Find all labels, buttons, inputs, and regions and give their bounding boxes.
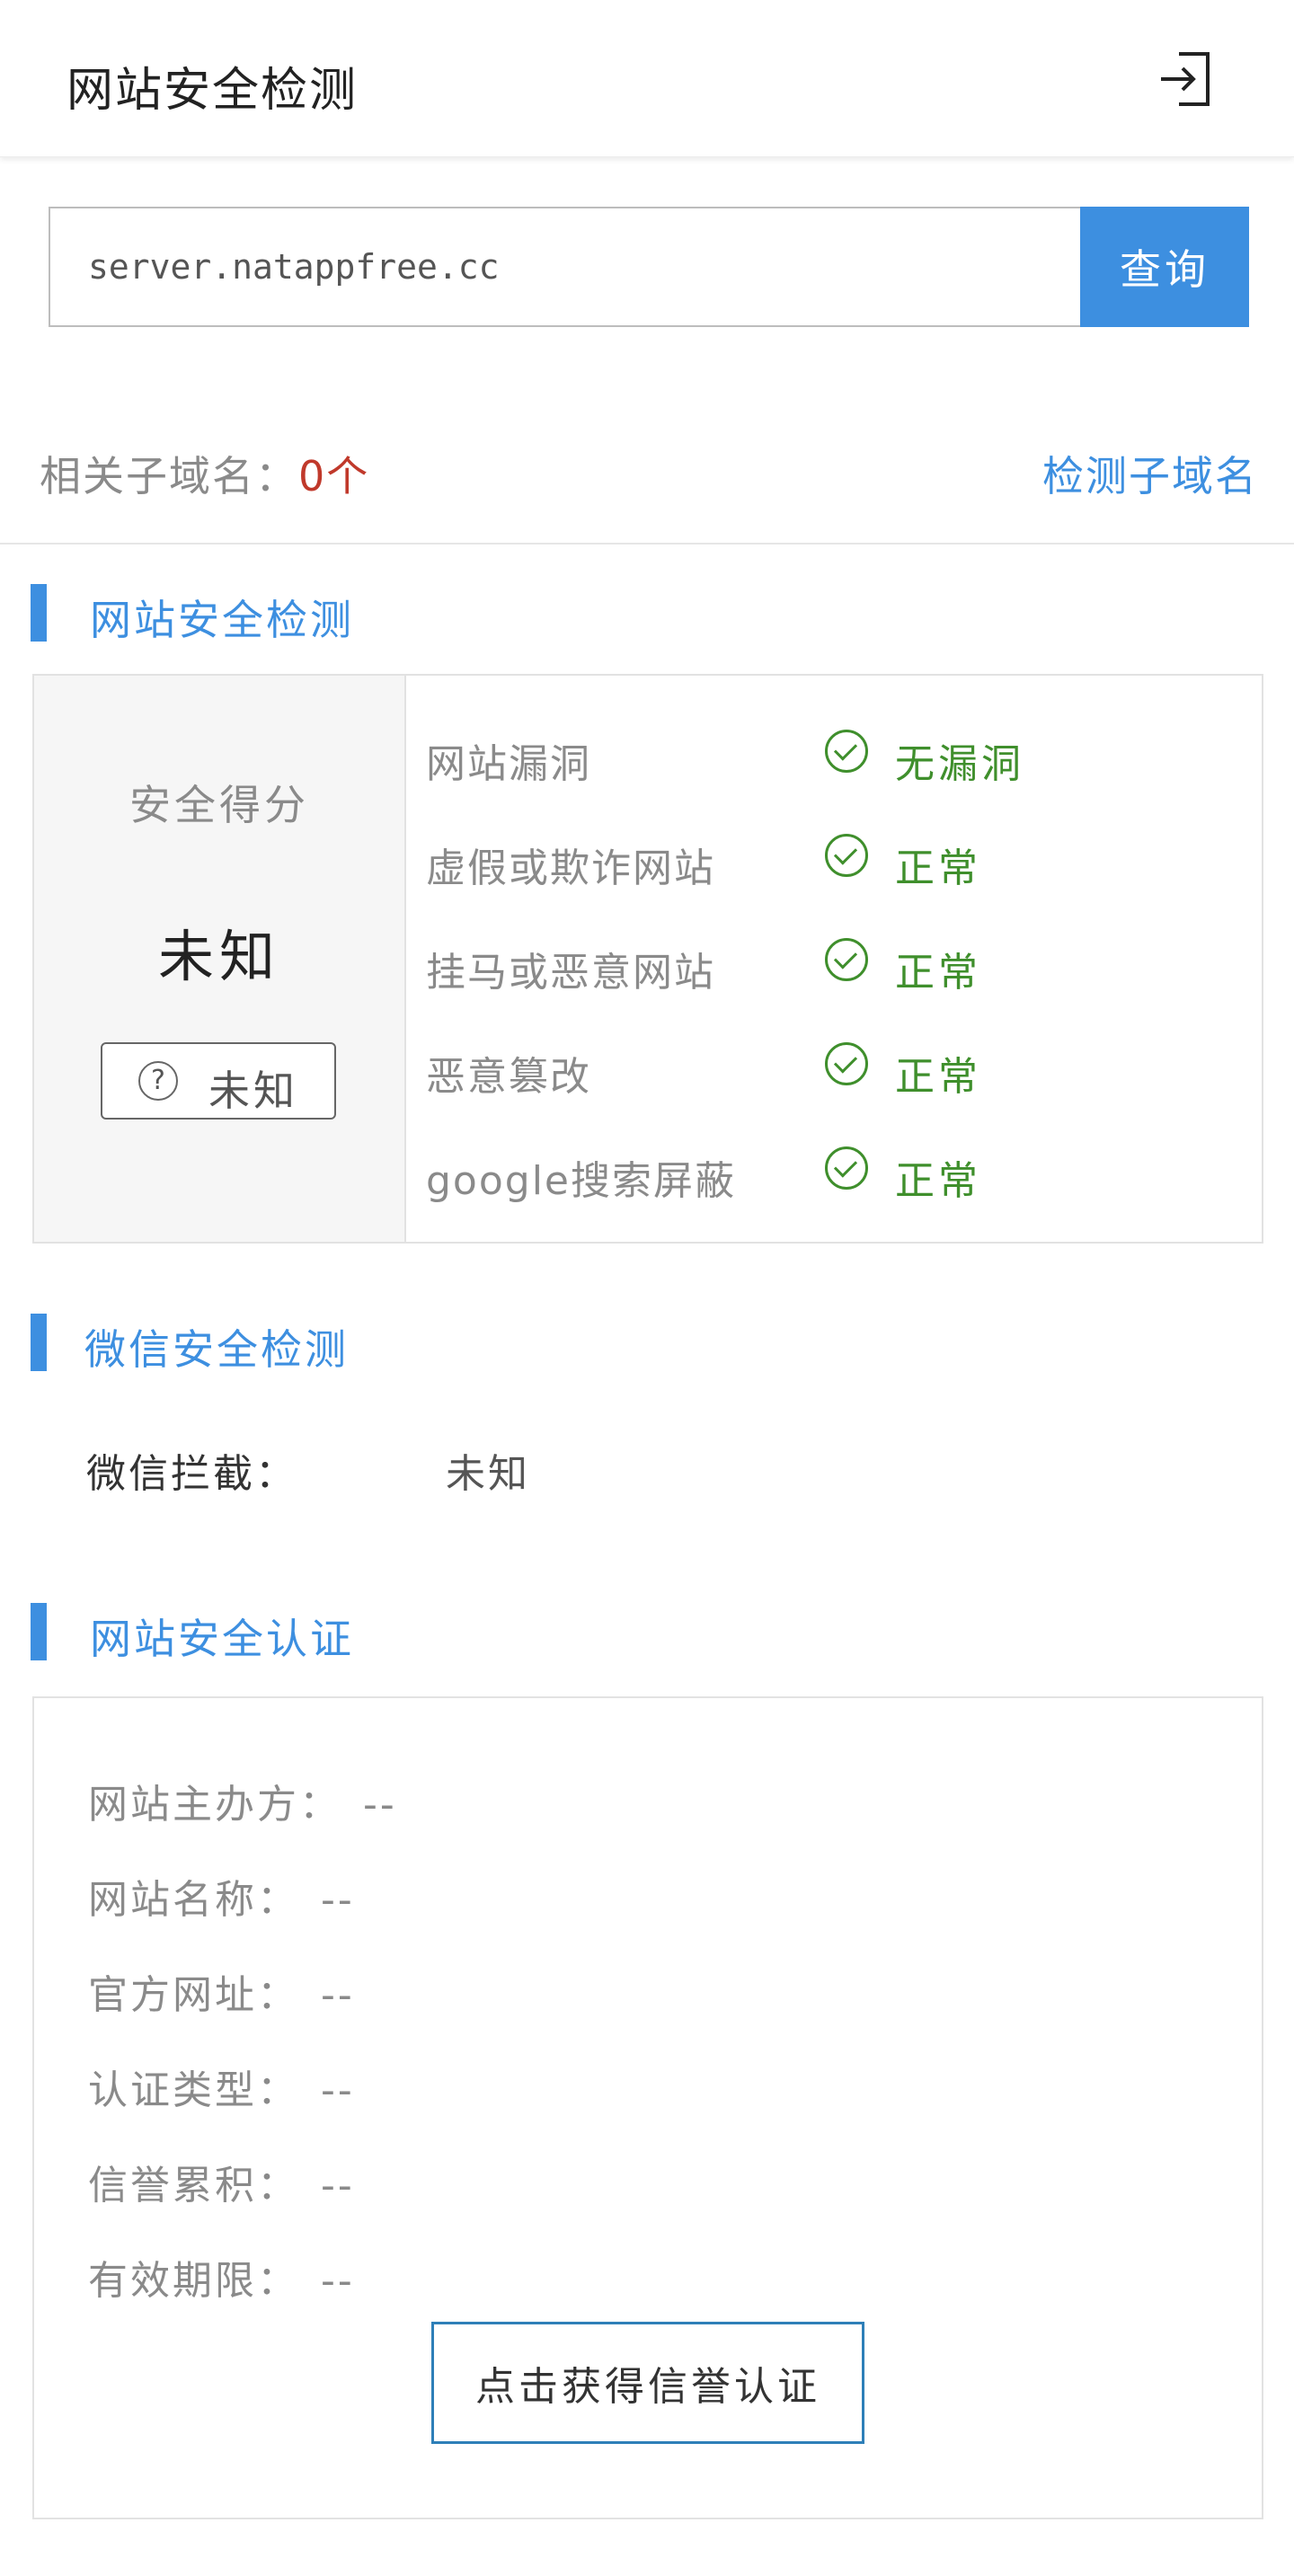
score-status-badge: ? 未知 [101, 1042, 336, 1120]
detect-subdomain-link[interactable]: 检测子域名 [1042, 444, 1258, 503]
app-header: 网站安全检测 [0, 0, 1294, 157]
section-title-text: 微信安全检测 [84, 1325, 349, 1374]
check-status: 无漏洞 [895, 741, 1024, 787]
cert-label: 认证类型： [88, 2067, 299, 2113]
divider [0, 543, 1294, 544]
section-marker [31, 1603, 47, 1660]
check-label: 网站漏洞 [426, 741, 591, 787]
cert-row: 官方网址： -- [88, 1962, 355, 2025]
certification-panel: 网站主办方： -- 网站名称： -- 官方网址： -- 认证类型： -- 信誉累积： --… [32, 1696, 1263, 2519]
section-title-text: 网站安全认证 [90, 1615, 354, 1663]
check-status: 正常 [895, 845, 981, 891]
page-title: 网站安全检测 [66, 64, 359, 118]
check-row: 恶意篡改 正常 [395, 1033, 1204, 1105]
cert-label: 信誉累积： [88, 2163, 299, 2209]
subdomain-label-text: 相关子域名： [40, 452, 298, 500]
cert-row: 网站名称： -- [88, 1867, 355, 1930]
badge-label: 未知 [208, 1067, 298, 1115]
check-circle-icon [825, 834, 868, 877]
check-circle-icon [825, 1042, 868, 1085]
wechat-block-label: 微信拦截： [86, 1451, 297, 1497]
subdomain-row: 相关子域名：0个 检测子域名 [0, 431, 1294, 503]
score-summary: 安全得分 未知 ? 未知 [34, 676, 406, 1242]
section-title-text: 网站安全检测 [90, 596, 354, 644]
wechat-block-value: 未知 [446, 1451, 530, 1497]
check-circle-icon [825, 1146, 868, 1190]
check-label: google搜索屏蔽 [426, 1158, 736, 1204]
check-row: 网站漏洞 无漏洞 [395, 721, 1204, 792]
cert-row: 认证类型： -- [88, 2058, 355, 2120]
check-status: 正常 [895, 950, 981, 996]
get-certification-button[interactable]: 点击获得信誉认证 [431, 2322, 864, 2444]
check-circle-icon [825, 730, 868, 773]
subdomain-label: 相关子域名：0个 [40, 444, 369, 503]
cert-value: -- [321, 2258, 355, 2304]
cert-label: 网站名称： [88, 1877, 299, 1923]
exit-icon[interactable] [1152, 47, 1217, 111]
cert-label: 网站主办方： [88, 1782, 341, 1828]
domain-search-input[interactable] [49, 207, 1082, 327]
cert-label: 官方网址： [88, 1972, 299, 2018]
score-label: 安全得分 [129, 781, 309, 829]
check-status: 正常 [895, 1054, 981, 1100]
check-label: 挂马或恶意网站 [426, 950, 715, 996]
check-circle-icon [825, 938, 868, 981]
check-status: 正常 [895, 1158, 981, 1204]
score-value: 未知 [157, 924, 280, 989]
check-row: google搜索屏蔽 正常 [395, 1138, 1204, 1209]
cert-value: -- [321, 1877, 355, 1923]
cert-value: -- [321, 1972, 355, 2018]
subdomain-count: 0个 [298, 452, 370, 500]
cert-value: -- [321, 2163, 355, 2209]
cert-label: 有效期限： [88, 2258, 299, 2304]
cert-row: 信誉累积： -- [88, 2153, 355, 2216]
question-icon: ? [138, 1061, 178, 1101]
check-label: 恶意篡改 [426, 1054, 591, 1100]
check-label: 虚假或欺诈网站 [426, 845, 715, 891]
check-row: 挂马或恶意网站 正常 [395, 929, 1204, 1001]
check-row: 虚假或欺诈网站 正常 [395, 825, 1204, 897]
cert-value: -- [321, 2067, 355, 2113]
cert-row: 有效期限： -- [88, 2248, 355, 2311]
query-button[interactable]: 查询 [1080, 207, 1249, 327]
cert-value: -- [363, 1782, 397, 1828]
cert-row: 网站主办方： -- [88, 1772, 397, 1835]
section-marker [31, 1314, 47, 1371]
section-marker [31, 584, 47, 642]
